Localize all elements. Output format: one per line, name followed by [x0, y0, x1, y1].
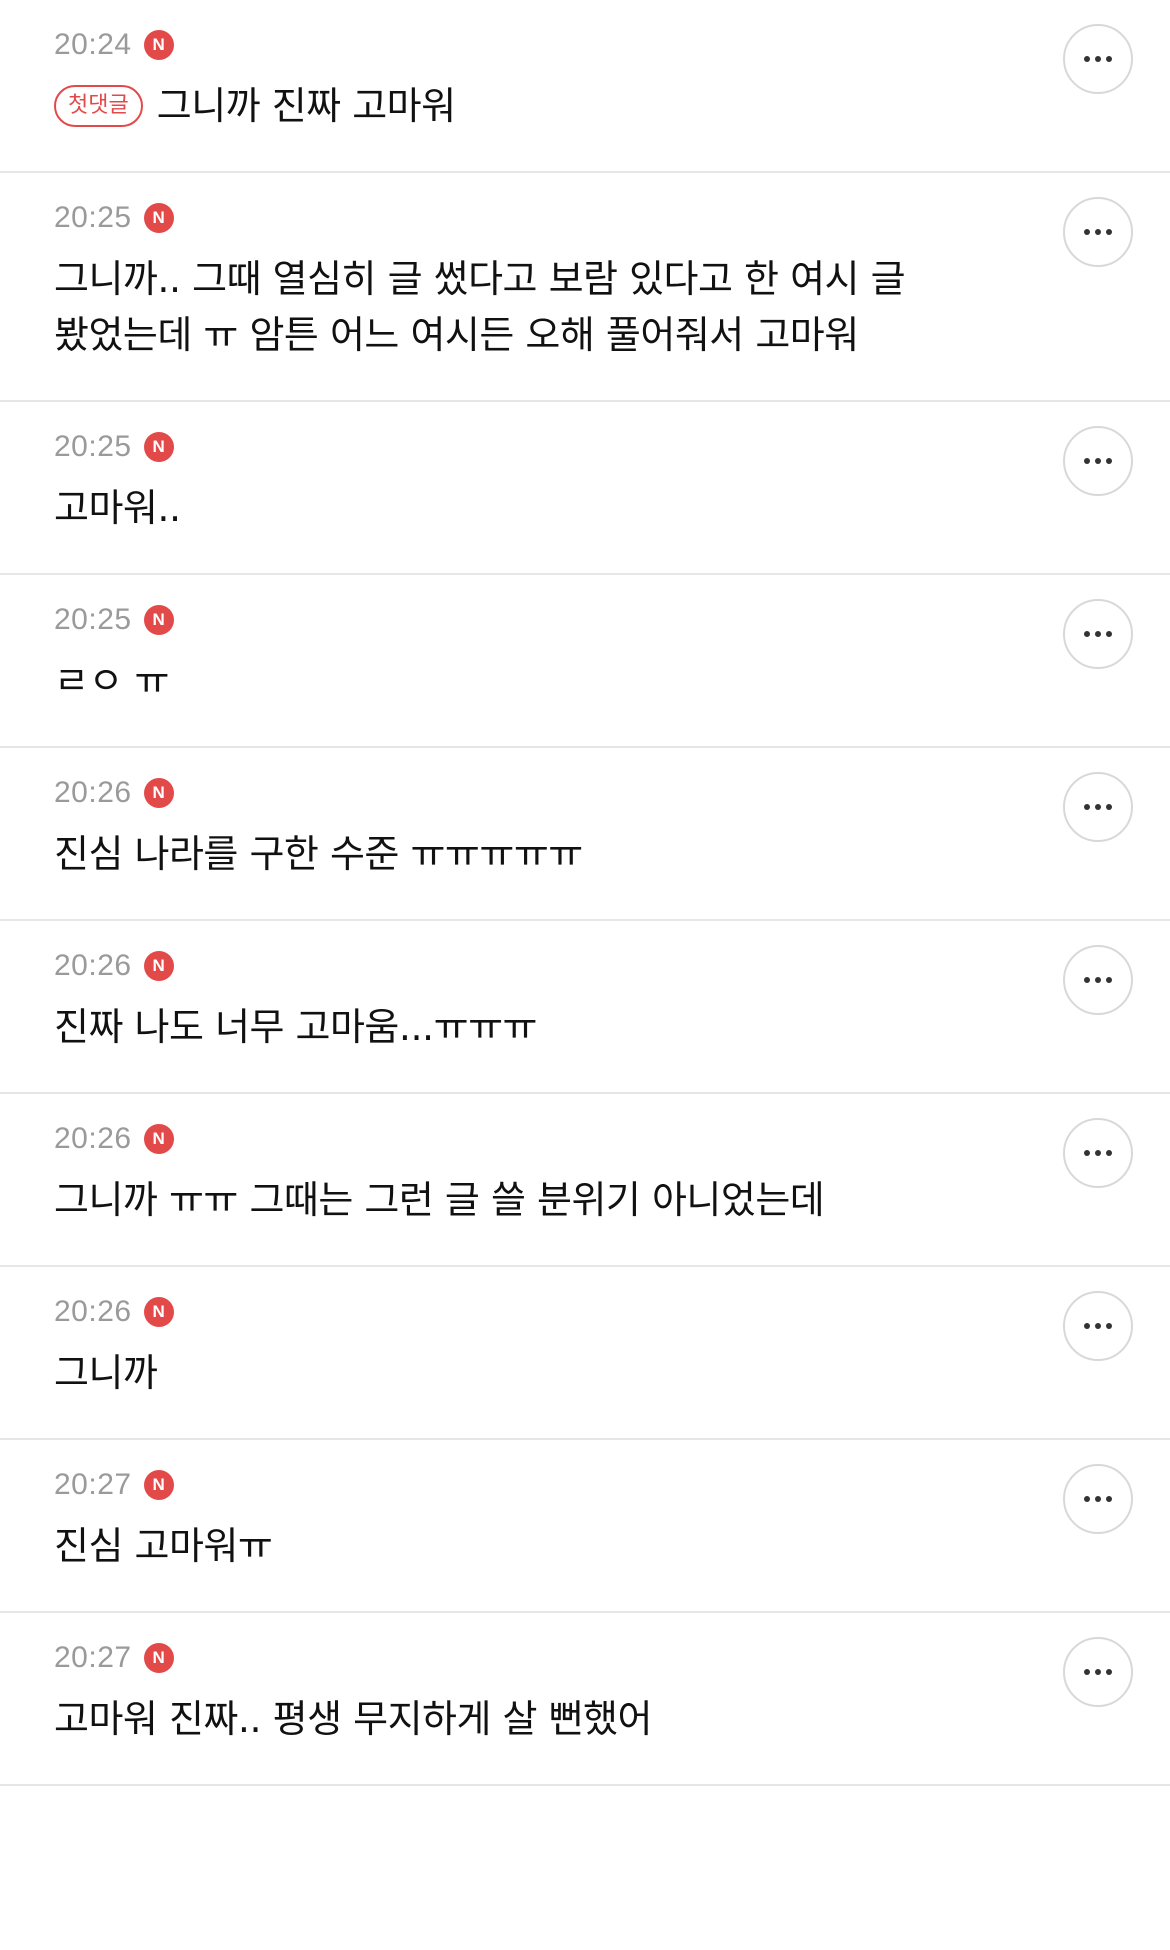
comment-item: 20:27 N 고마워 진짜.. 평생 무지하게 살 뻔했어 [0, 1613, 1170, 1786]
more-options-button[interactable] [1063, 1118, 1133, 1188]
comment-item: 20:25 N ㄹㅇ ㅠ [0, 575, 1170, 748]
comment-time: 20:25 [54, 430, 132, 463]
comment-text: 고마워.. [54, 486, 181, 530]
comment-meta: 20:27 N [54, 1637, 1020, 1679]
comment-time: 20:26 [54, 1295, 132, 1328]
comment-body: 고마워 진짜.. 평생 무지하게 살 뻔했어 [54, 1691, 1020, 1747]
more-options-button[interactable] [1063, 599, 1133, 669]
comment-item: 20:25 N 고마워.. [0, 402, 1170, 575]
comment-meta: 20:25 N [54, 599, 1020, 641]
comment-body: 진심 고마워ㅠ [54, 1518, 1020, 1574]
new-badge: N [143, 1643, 174, 1673]
new-badge: N [143, 30, 174, 60]
comment-time: 20:25 [54, 201, 132, 234]
comment-item: 20:26 N 진심 나라를 구한 수준 ㅠㅠㅠㅠㅠ [0, 748, 1170, 921]
comment-meta: 20:26 N [54, 1118, 1020, 1160]
comment-meta: 20:26 N [54, 945, 1020, 987]
comment-text: 진짜 나도 너무 고마움...ㅠㅠㅠ [54, 1005, 538, 1049]
comment-meta: 20:25 N [54, 426, 1020, 468]
more-horizontal-icon [1084, 1496, 1112, 1502]
comment-body: 그니까 [54, 1345, 1020, 1401]
more-horizontal-icon [1084, 458, 1112, 464]
more-horizontal-icon [1084, 631, 1112, 637]
more-options-button[interactable] [1063, 945, 1133, 1015]
comment-item: 20:26 N 그니까 ㅠㅠ 그때는 그런 글 쓸 분위기 아니었는데 [0, 1094, 1170, 1267]
comment-list: 20:24 N 첫댓글 그니까 진짜 고마워 20:25 N 그니까.. 그때 … [0, 0, 1170, 1786]
comment-time: 20:25 [54, 603, 132, 636]
comment-meta: 20:27 N [54, 1464, 1020, 1506]
new-badge: N [143, 1470, 174, 1500]
more-horizontal-icon [1084, 229, 1112, 235]
comment-item: 20:24 N 첫댓글 그니까 진짜 고마워 [0, 0, 1170, 173]
new-badge: N [143, 778, 174, 808]
more-options-button[interactable] [1063, 426, 1133, 496]
comment-meta: 20:25 N [54, 197, 1020, 239]
new-badge: N [143, 605, 174, 635]
more-horizontal-icon [1084, 56, 1112, 62]
comment-meta: 20:24 N [54, 24, 1020, 66]
new-badge: N [143, 951, 174, 981]
comment-time: 20:24 [54, 28, 132, 61]
comment-time: 20:26 [54, 776, 132, 809]
new-badge: N [143, 203, 174, 233]
comment-item: 20:26 N 진짜 나도 너무 고마움...ㅠㅠㅠ [0, 921, 1170, 1094]
comment-item: 20:27 N 진심 고마워ㅠ [0, 1440, 1170, 1613]
more-options-button[interactable] [1063, 1637, 1133, 1707]
comment-text: 진심 나라를 구한 수준 ㅠㅠㅠㅠㅠ [54, 832, 583, 876]
more-options-button[interactable] [1063, 1464, 1133, 1534]
new-badge: N [143, 1124, 174, 1154]
comment-body: 그니까.. 그때 열심히 글 썼다고 보람 있다고 한 여시 글 봤었는데 ㅠ … [54, 251, 1020, 363]
comment-body: 고마워.. [54, 480, 1020, 536]
comment-meta: 20:26 N [54, 1291, 1020, 1333]
new-badge: N [143, 432, 174, 462]
comment-item: 20:26 N 그니까 [0, 1267, 1170, 1440]
comment-text: 그니까 ㅠㅠ 그때는 그런 글 쓸 분위기 아니었는데 [54, 1178, 825, 1222]
comment-meta: 20:26 N [54, 772, 1020, 814]
comment-text: 그니까.. 그때 열심히 글 썼다고 보람 있다고 한 여시 글 봤었는데 ㅠ … [54, 257, 906, 357]
new-badge: N [143, 1297, 174, 1327]
comment-text: 진심 고마워ㅠ [54, 1524, 273, 1568]
comment-text: 그니까 [54, 1351, 158, 1395]
comment-time: 20:27 [54, 1641, 132, 1674]
comment-time: 20:26 [54, 949, 132, 982]
comment-body: ㄹㅇ ㅠ [54, 653, 1020, 709]
more-horizontal-icon [1084, 1669, 1112, 1675]
comment-text: 고마워 진짜.. 평생 무지하게 살 뻔했어 [54, 1697, 652, 1741]
more-horizontal-icon [1084, 1150, 1112, 1156]
more-horizontal-icon [1084, 977, 1112, 983]
comment-text: ㄹㅇ ㅠ [54, 659, 169, 703]
more-horizontal-icon [1084, 1323, 1112, 1329]
more-options-button[interactable] [1063, 197, 1133, 267]
comment-body: 그니까 ㅠㅠ 그때는 그런 글 쓸 분위기 아니었는데 [54, 1172, 1020, 1228]
comment-text: 그니까 진짜 고마워 [156, 84, 456, 128]
comment-body: 진심 나라를 구한 수준 ㅠㅠㅠㅠㅠ [54, 826, 1020, 882]
more-options-button[interactable] [1063, 1291, 1133, 1361]
comment-body: 진짜 나도 너무 고마움...ㅠㅠㅠ [54, 999, 1020, 1055]
comment-item: 20:25 N 그니까.. 그때 열심히 글 썼다고 보람 있다고 한 여시 글… [0, 173, 1170, 402]
more-options-button[interactable] [1063, 772, 1133, 842]
more-options-button[interactable] [1063, 24, 1133, 94]
comment-body: 첫댓글 그니까 진짜 고마워 [54, 78, 1020, 134]
first-comment-badge: 첫댓글 [54, 85, 143, 127]
comment-time: 20:26 [54, 1122, 132, 1155]
comment-time: 20:27 [54, 1468, 132, 1501]
more-horizontal-icon [1084, 804, 1112, 810]
